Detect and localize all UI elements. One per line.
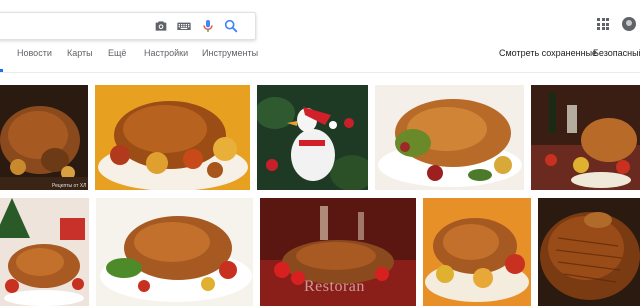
search-input[interactable] — [5, 16, 149, 36]
roast-duck-vegetables-image — [96, 198, 253, 306]
keyboard-icon[interactable] — [176, 18, 192, 34]
image-result-3[interactable] — [257, 85, 368, 190]
account-avatar-icon[interactable] — [622, 17, 636, 31]
header-divider — [0, 72, 640, 73]
apps-grid-icon[interactable] — [597, 18, 609, 30]
search-icon[interactable] — [223, 18, 239, 34]
microphone-icon[interactable] — [200, 18, 216, 34]
image-result-8[interactable]: Restoran — [260, 198, 416, 306]
restoran-watermark: Restoran — [304, 278, 365, 295]
view-saved-link[interactable]: Смотреть сохраненные — [499, 48, 597, 58]
crispy-roast-bird-image — [538, 198, 640, 306]
christmas-roast-image — [0, 198, 89, 306]
image-result-7[interactable] — [96, 198, 253, 306]
image-result-5[interactable] — [531, 85, 640, 190]
image-result-4[interactable] — [375, 85, 524, 190]
roast-duck-plate-image — [423, 198, 531, 306]
image-result-10[interactable] — [538, 198, 640, 306]
image-result-6[interactable] — [0, 198, 89, 306]
roast-duck-apples-image — [95, 85, 250, 190]
roast-goose-image — [0, 85, 88, 190]
image-result-2[interactable] — [95, 85, 250, 190]
tab-settings[interactable]: Настройки — [144, 48, 188, 58]
safesearch-link[interactable]: Безопасный — [593, 48, 640, 58]
image-result-9[interactable] — [423, 198, 531, 306]
search-box[interactable] — [0, 12, 256, 40]
tab-news[interactable]: Новости — [17, 48, 52, 58]
tab-tools[interactable]: Инструменты — [202, 48, 258, 58]
goose-toy-image — [257, 85, 368, 190]
tab-more[interactable]: Ещё — [108, 48, 126, 58]
stuffed-goose-image — [375, 85, 524, 190]
christmas-table-image — [531, 85, 640, 190]
tab-maps[interactable]: Карты — [67, 48, 93, 58]
camera-icon[interactable] — [153, 18, 169, 34]
image-watermark: Рецепты от ХЛ — [52, 183, 87, 189]
image-result-1[interactable]: Рецепты от ХЛ — [0, 85, 88, 190]
